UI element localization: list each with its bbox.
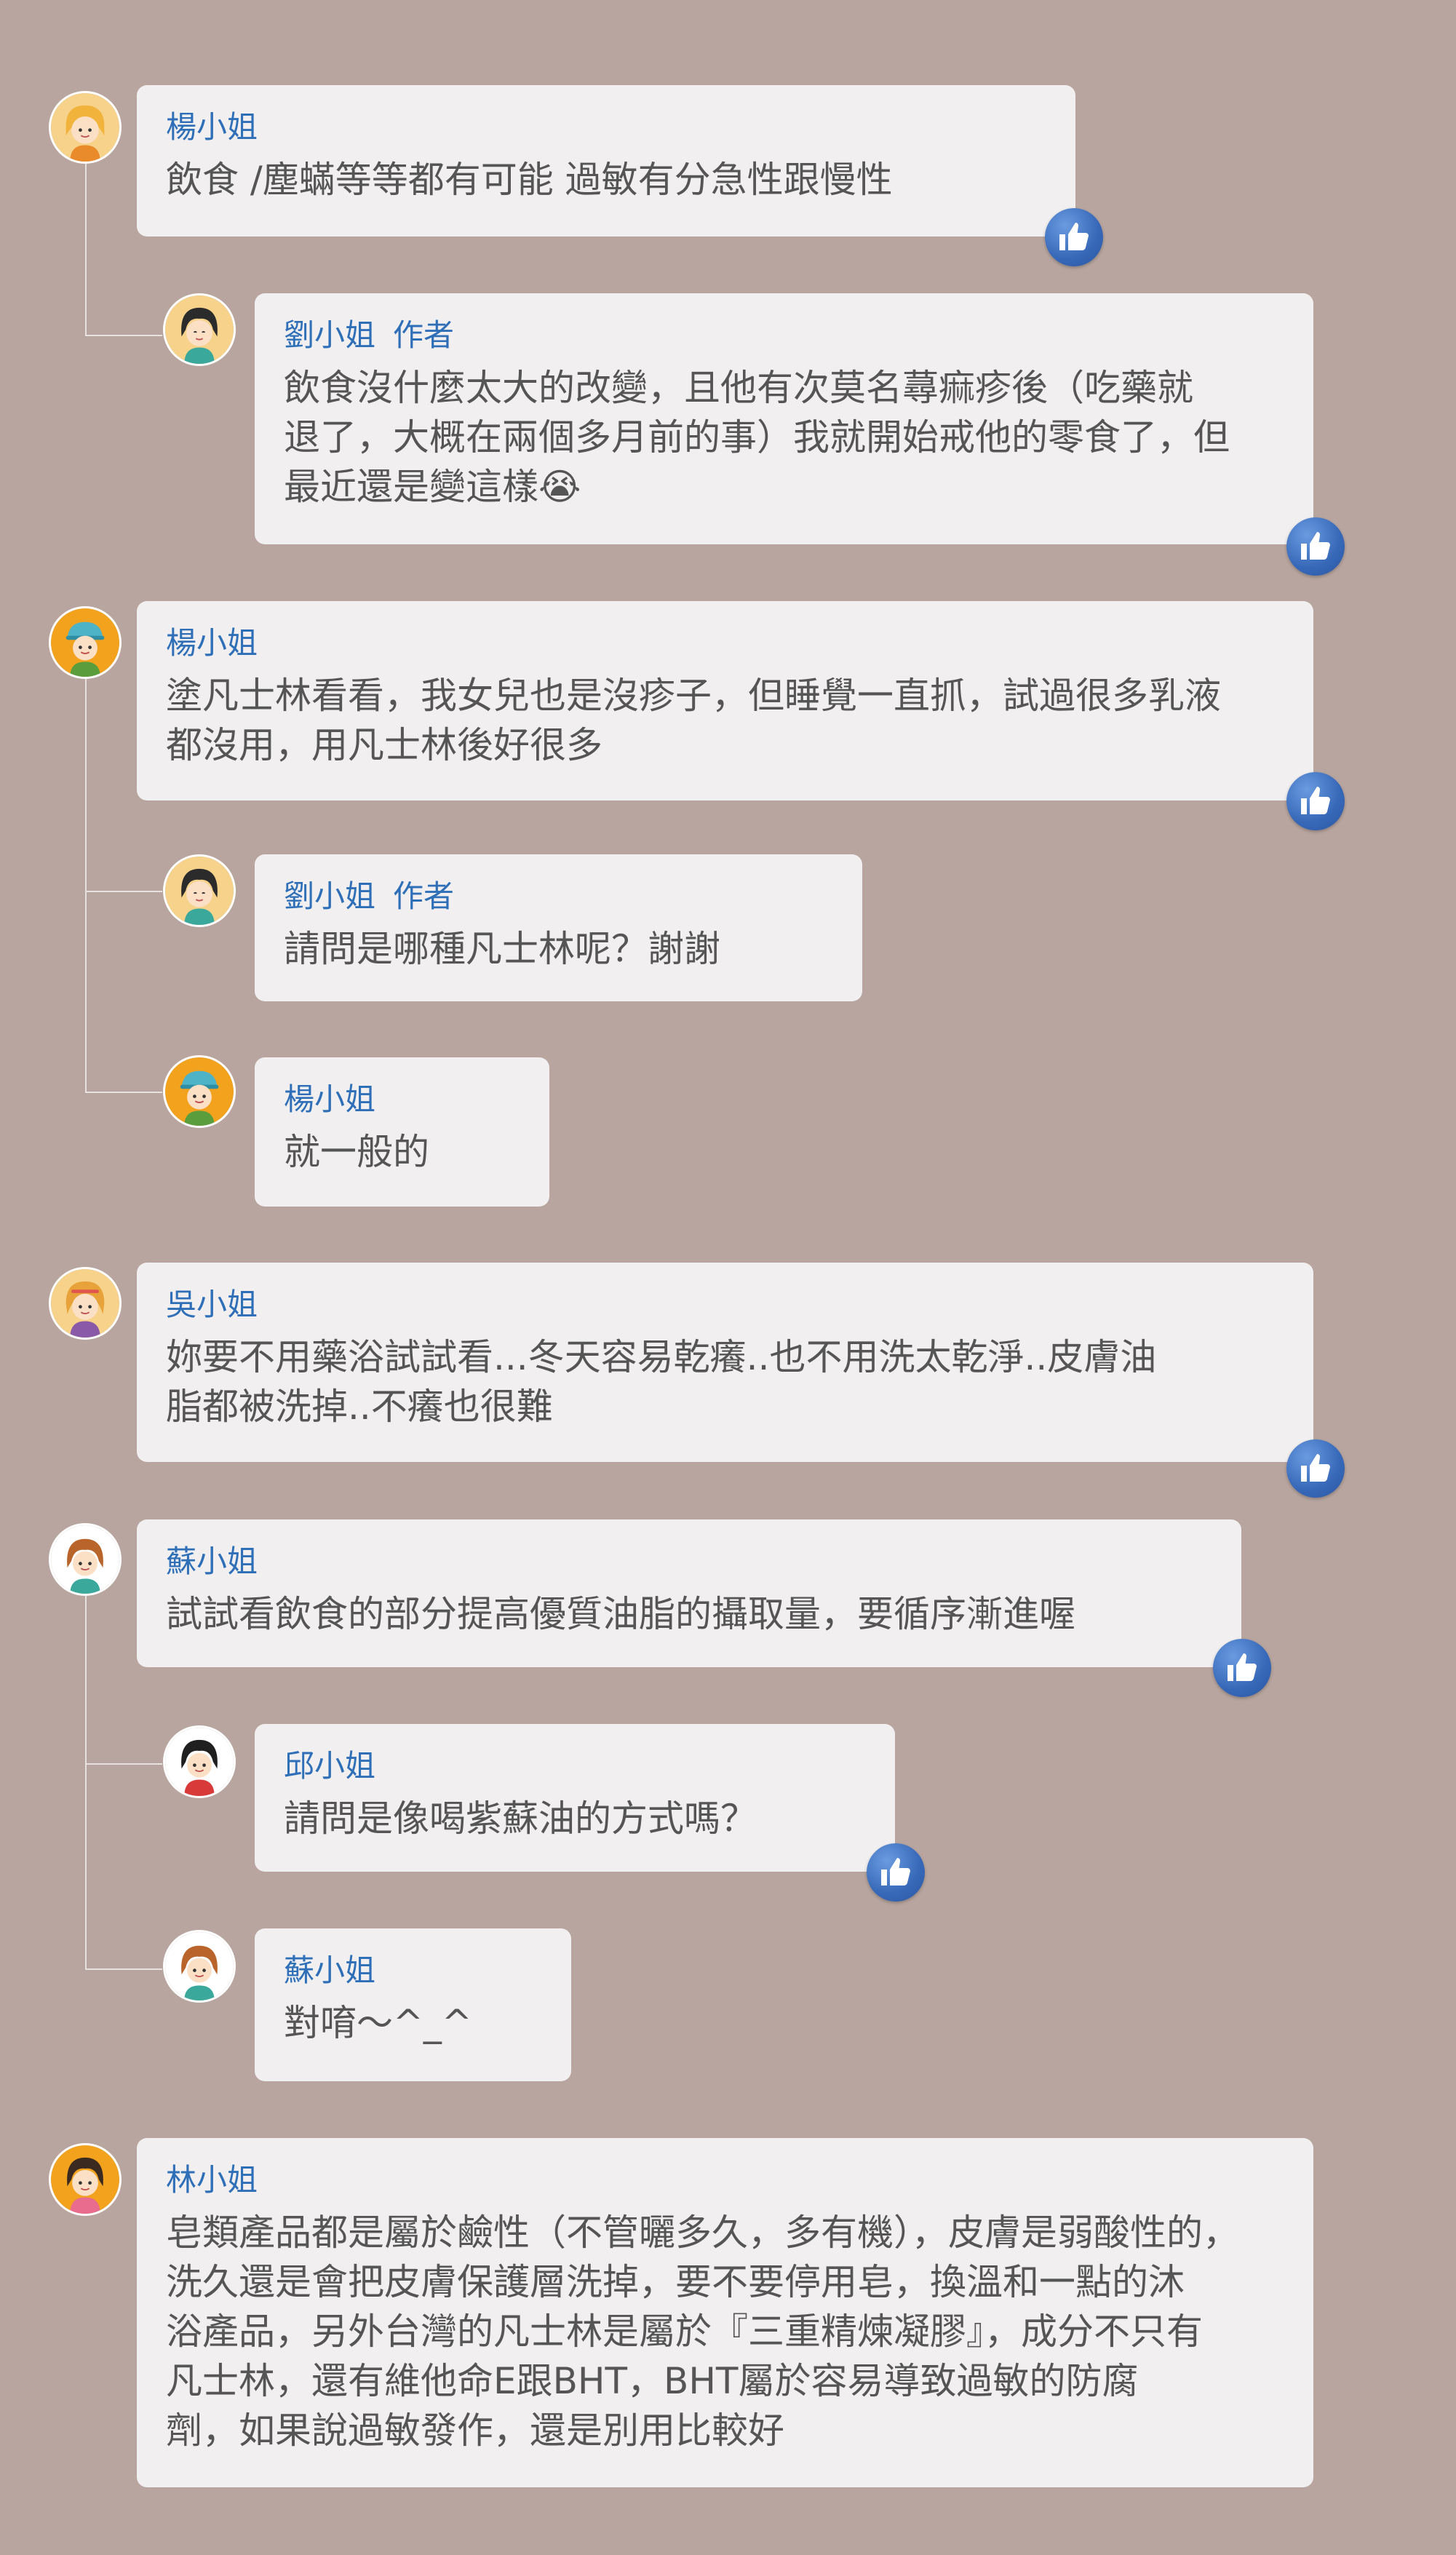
thumbs-up-icon[interactable] [1213, 1639, 1271, 1697]
commenter-name[interactable]: 蘇小姐 [166, 1541, 1212, 1582]
comment-bubble: 蘇小姐 試試看飲食的部分提高優質油脂的攝取量，要循序漸進喔 [137, 1519, 1241, 1667]
thread-line [85, 677, 87, 1092]
comment-text: 塗凡士林看看，我女兒也是沒疹子，但睡覺一直抓，試過很多乳液 都沒用，用凡士林後好… [166, 675, 1221, 766]
comment-text: 飲食 /塵蟎等等都有可能 過敏有分急性跟慢性 [166, 159, 893, 201]
thread-branch [85, 1763, 162, 1765]
commenter-name[interactable]: 劉小姐 作者 [284, 315, 1284, 356]
commenter-name[interactable]: 蘇小姐 [284, 1950, 542, 1991]
avatar-icon[interactable] [163, 1055, 236, 1128]
commenter-name[interactable]: 楊小姐 [166, 623, 1284, 664]
thread-branch [85, 891, 162, 892]
thread-branch [85, 1968, 162, 1970]
comment-bubble: 劉小姐 作者 飲食沒什麼太大的改變，且他有次莫名蕁痲疹後（吃藥就 退了，大概在兩個… [255, 293, 1313, 544]
thumbs-up-icon[interactable] [1045, 208, 1103, 266]
comment-text: 請問是像喝紫蘇油的方式嗎？ [284, 1797, 757, 1840]
thread-branch [85, 335, 162, 336]
avatar-icon[interactable] [163, 854, 236, 927]
author-badge: 作者 [393, 878, 455, 914]
avatar-icon[interactable] [163, 1930, 236, 2003]
thread-line [85, 164, 87, 335]
commenter-name[interactable]: 邱小姐 [284, 1746, 866, 1787]
thumbs-up-icon[interactable] [1286, 517, 1345, 576]
avatar-icon[interactable] [163, 1725, 236, 1798]
comment-text: 皂類產品都是屬於鹼性（不管曬多久，多有機），皮膚是弱酸性的， 洗久還是會把皮膚保… [166, 2212, 1239, 2452]
comment-text: 就一般的 [284, 1131, 429, 1173]
comment-text: 對唷～^_^ [284, 2002, 472, 2044]
avatar-icon[interactable] [49, 91, 122, 164]
commenter-name[interactable]: 劉小姐 作者 [284, 876, 833, 917]
avatar-icon[interactable] [163, 293, 236, 366]
thread-branch [85, 1092, 162, 1093]
comment-bubble: 楊小姐 就一般的 [255, 1057, 549, 1207]
avatar-icon[interactable] [49, 1523, 122, 1596]
thumbs-up-icon[interactable] [1286, 1439, 1345, 1498]
comment-bubble: 蘇小姐 對唷～^_^ [255, 1928, 571, 2081]
comment-text: 妳要不用藥浴試試看...冬天容易乾癢..也不用洗太乾淨..皮膚油 脂都被洗掉..… [166, 1336, 1157, 1428]
comment-bubble: 邱小姐 請問是像喝紫蘇油的方式嗎？ [255, 1724, 895, 1872]
comment-bubble: 楊小姐 飲食 /塵蟎等等都有可能 過敏有分急性跟慢性 [137, 85, 1075, 237]
avatar-icon[interactable] [49, 606, 122, 679]
thumbs-up-icon[interactable] [867, 1843, 925, 1902]
thumbs-up-icon[interactable] [1286, 772, 1345, 830]
author-badge: 作者 [393, 317, 455, 353]
comment-bubble: 楊小姐 塗凡士林看看，我女兒也是沒疹子，但睡覺一直抓，試過很多乳液 都沒用，用凡… [137, 601, 1313, 800]
comment-bubble: 吳小姐 妳要不用藥浴試試看...冬天容易乾癢..也不用洗太乾淨..皮膚油 脂都被… [137, 1263, 1313, 1462]
avatar-icon[interactable] [49, 1267, 122, 1340]
commenter-name[interactable]: 吳小姐 [166, 1284, 1284, 1325]
commenter-name[interactable]: 林小姐 [166, 2160, 1284, 2201]
comment-bubble: 林小姐 皂類產品都是屬於鹼性（不管曬多久，多有機），皮膚是弱酸性的， 洗久還是會… [137, 2138, 1313, 2487]
comment-text: 飲食沒什麼太大的改變，且他有次莫名蕁痲疹後（吃藥就 退了，大概在兩個多月前的事）… [284, 367, 1230, 508]
thread-line [85, 1594, 87, 1968]
avatar-icon[interactable] [49, 2143, 122, 2216]
comment-text: 請問是哪種凡士林呢？謝謝 [284, 928, 720, 970]
comment-bubble: 劉小姐 作者 請問是哪種凡士林呢？謝謝 [255, 854, 862, 1001]
comment-text: 試試看飲食的部分提高優質油脂的攝取量，要循序漸進喔 [166, 1593, 1075, 1635]
commenter-name[interactable]: 楊小姐 [166, 107, 1046, 148]
commenter-name[interactable]: 楊小姐 [284, 1079, 520, 1120]
